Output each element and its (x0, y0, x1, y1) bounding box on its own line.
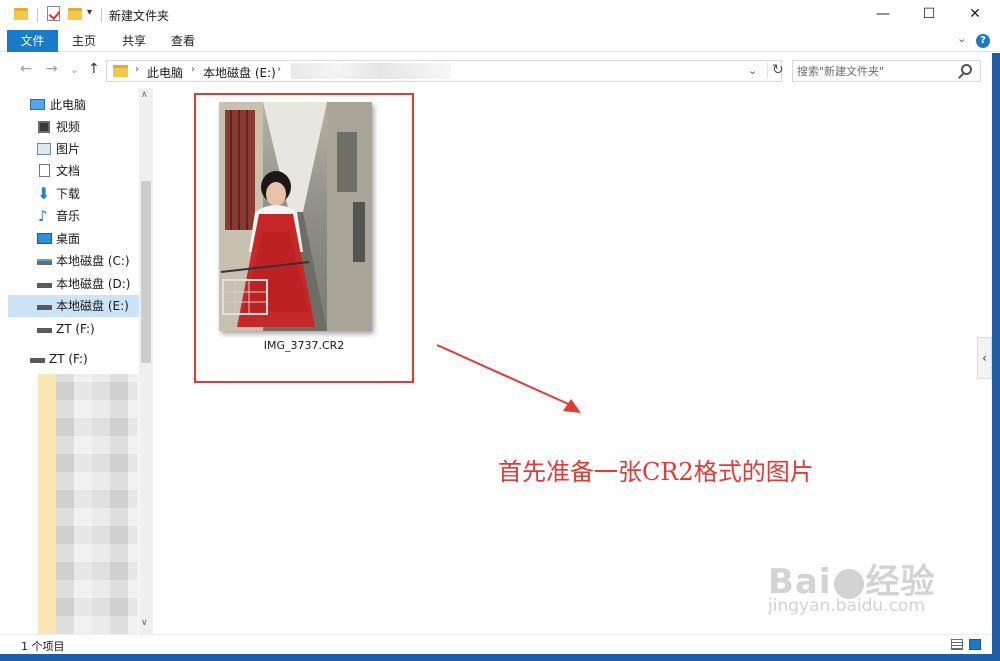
navigation-bar: ← → ⌄ ↑ › 此电脑 › 本地磁盘 (E:) › ⌄ ↻ (0, 53, 1000, 87)
redacted-content (38, 374, 56, 634)
desktop-icon (37, 233, 52, 244)
music-icon: ♪ (38, 207, 48, 225)
image-thumbnail[interactable] (219, 102, 372, 331)
drive-icon (30, 358, 45, 363)
sidebar-item-label: 本地磁盘 (D:) (56, 277, 131, 291)
annotation-arrow (436, 344, 581, 413)
quick-access-dropdown[interactable]: ▾ (87, 7, 92, 18)
title-bar: ▾ 新建文件夹 — ☐ ✕ (0, 0, 1000, 30)
sidebar-item-desktop[interactable]: 桌面 (8, 228, 139, 250)
breadcrumb-separator[interactable]: › (135, 64, 139, 75)
window-title: 新建文件夹 (109, 9, 170, 23)
file-item[interactable]: IMG_3737.CR2 (194, 93, 414, 383)
sidebar-item-drive-c[interactable]: 本地磁盘 (C:) (8, 250, 139, 272)
sidebar-item-label: 本地磁盘 (C:) (56, 254, 130, 268)
ribbon-expand-icon[interactable]: ⌄ (957, 32, 966, 45)
background-window-edge (992, 53, 1000, 661)
picture-icon (37, 143, 51, 155)
document-icon (39, 164, 50, 177)
search-box[interactable] (792, 60, 981, 82)
minimize-button[interactable]: — (860, 0, 906, 30)
breadcrumb-drive-e[interactable]: 本地磁盘 (E:) (203, 64, 276, 81)
sidebar-item-label: 此电脑 (50, 98, 87, 112)
address-dropdown[interactable]: ⌄ (748, 64, 757, 77)
sidebar-item-music[interactable]: ♪ 音乐 (8, 205, 139, 227)
preview-pane-toggle[interactable]: ‹ (977, 337, 992, 379)
video-icon (38, 121, 50, 133)
tab-share[interactable]: 共享 (112, 30, 156, 52)
sidebar-item-pictures[interactable]: 图片 (8, 138, 139, 160)
breadcrumb-separator[interactable]: › (277, 64, 281, 75)
breadcrumb-this-pc[interactable]: 此电脑 (147, 64, 183, 81)
maximize-button[interactable]: ☐ (906, 0, 952, 30)
large-icons-view-icon[interactable] (969, 639, 981, 650)
up-button[interactable]: ↑ (88, 61, 100, 77)
paw-icon (833, 568, 864, 599)
address-bar[interactable]: › 此电脑 › 本地磁盘 (E:) › ⌄ ↻ (106, 60, 784, 82)
sidebar-scrollbar[interactable]: ∧ ∨ (139, 88, 153, 634)
file-list: IMG_3737.CR2 首先准备一张CR2格式的图片 Bai 经验 jingya… (156, 88, 978, 634)
recent-locations-button[interactable]: ⌄ (70, 63, 79, 76)
tab-home[interactable]: 主页 (62, 30, 106, 52)
properties-icon[interactable] (47, 6, 60, 21)
drive-icon (37, 283, 52, 288)
tab-view[interactable]: 查看 (161, 30, 205, 52)
folder-icon (113, 65, 128, 77)
sidebar-item-drive-d[interactable]: 本地磁盘 (D:) (8, 273, 139, 295)
drive-icon (37, 328, 52, 333)
download-icon: ⬇ (37, 184, 51, 203)
search-icon[interactable] (961, 64, 972, 75)
sidebar-item-label: 下载 (56, 187, 81, 201)
sidebar-item-documents[interactable]: 文档 (8, 160, 139, 182)
divider (101, 8, 102, 22)
annotation-text: 首先准备一张CR2格式的图片 (498, 458, 814, 486)
details-view-icon[interactable] (951, 639, 963, 650)
ribbon-tabs: 文件 主页 共享 查看 ⌄ ? (0, 30, 1000, 52)
drive-icon (37, 259, 52, 265)
sidebar-item-this-pc[interactable]: 此电脑 (8, 94, 139, 116)
sidebar-item-downloads[interactable]: ⬇ 下载 (8, 183, 139, 205)
sidebar-item-label: 文档 (56, 164, 81, 178)
sidebar-item-videos[interactable]: 视频 (8, 116, 139, 138)
item-count: 1 个项目 (21, 640, 65, 653)
sidebar-item-label: 桌面 (56, 232, 81, 246)
close-button[interactable]: ✕ (952, 0, 998, 30)
tab-file[interactable]: 文件 (7, 30, 58, 52)
file-name[interactable]: IMG_3737.CR2 (196, 339, 412, 352)
forward-button[interactable]: → (46, 61, 58, 77)
divider (37, 8, 38, 22)
scroll-down-button[interactable]: ∨ (141, 618, 148, 628)
sidebar-item-label: 本地磁盘 (E:) (56, 299, 129, 313)
search-input[interactable] (797, 63, 957, 79)
folder-icon[interactable] (14, 8, 28, 20)
redacted-path (291, 63, 451, 79)
breadcrumb-separator[interactable]: › (191, 64, 195, 75)
sidebar-item-drive-e[interactable]: 本地磁盘 (E:) (8, 295, 139, 317)
scrollbar-thumb[interactable] (141, 181, 151, 363)
sidebar-item-label: 图片 (56, 142, 81, 156)
sidebar-item-label: 音乐 (56, 209, 81, 223)
sidebar-item-drive-f-root[interactable]: ZT (F:) (8, 348, 139, 370)
help-icon[interactable]: ? (976, 34, 990, 48)
sidebar-item-drive-f[interactable]: ZT (F:) (8, 318, 139, 340)
pc-icon (30, 99, 45, 110)
back-button[interactable]: ← (20, 61, 32, 77)
new-folder-icon[interactable] (68, 8, 82, 20)
refresh-button[interactable]: ↻ (767, 62, 784, 78)
sidebar-item-label: 视频 (56, 120, 81, 134)
sidebar-item-label: ZT (F:) (49, 352, 88, 366)
navigation-pane: 此电脑 视频 图片 文档 ⬇ 下载 ♪ 音乐 桌面 本地磁盘 (C:) 本地磁盘… (8, 88, 153, 634)
status-bar: 1 个项目 (0, 634, 992, 654)
sidebar-item-label: ZT (F:) (56, 322, 95, 336)
watermark-url: jingyan.baidu.com (768, 596, 925, 616)
scroll-up-button[interactable]: ∧ (141, 90, 148, 100)
drive-icon (37, 305, 52, 310)
window-border (0, 654, 1000, 661)
